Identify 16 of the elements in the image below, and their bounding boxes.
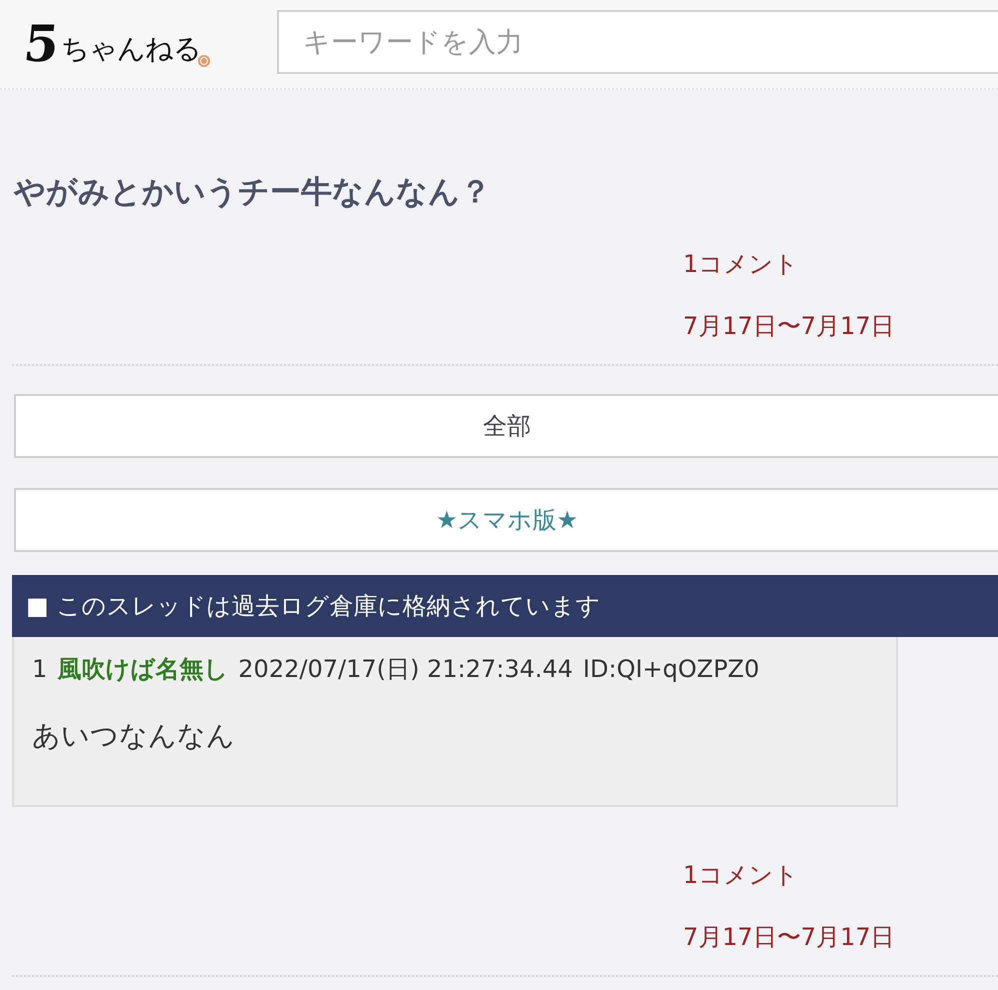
poster-name: 風吹けば名無し	[57, 654, 228, 685]
date-range: 7月17日〜7月17日	[683, 311, 895, 342]
poster-id: ID:QI+qOZPZ0	[582, 654, 760, 685]
thread-title: やがみとかいうチー牛なんなん？	[14, 173, 492, 212]
all-posts-button[interactable]: 全部	[14, 394, 998, 458]
comment-count: 1コメント	[683, 860, 798, 891]
date-range: 7月17日〜7月17日	[683, 922, 895, 953]
post-datetime: 2022/07/17(日) 21:27:34.44	[238, 654, 573, 685]
post-body: あいつなんなん	[32, 718, 236, 754]
archive-notice: ■ このスレッドは過去ログ倉庫に格納されています	[26, 591, 600, 622]
post-number: 1	[32, 654, 48, 685]
search-field[interactable]: キーワードを入力	[277, 10, 998, 74]
smartphone-version-link[interactable]: ★スマホ版★	[14, 488, 998, 552]
comment-count: 1コメント	[683, 249, 798, 280]
site-logo[interactable]: 5 ちゃんねる	[24, 19, 201, 69]
stamp-icon	[198, 55, 210, 67]
